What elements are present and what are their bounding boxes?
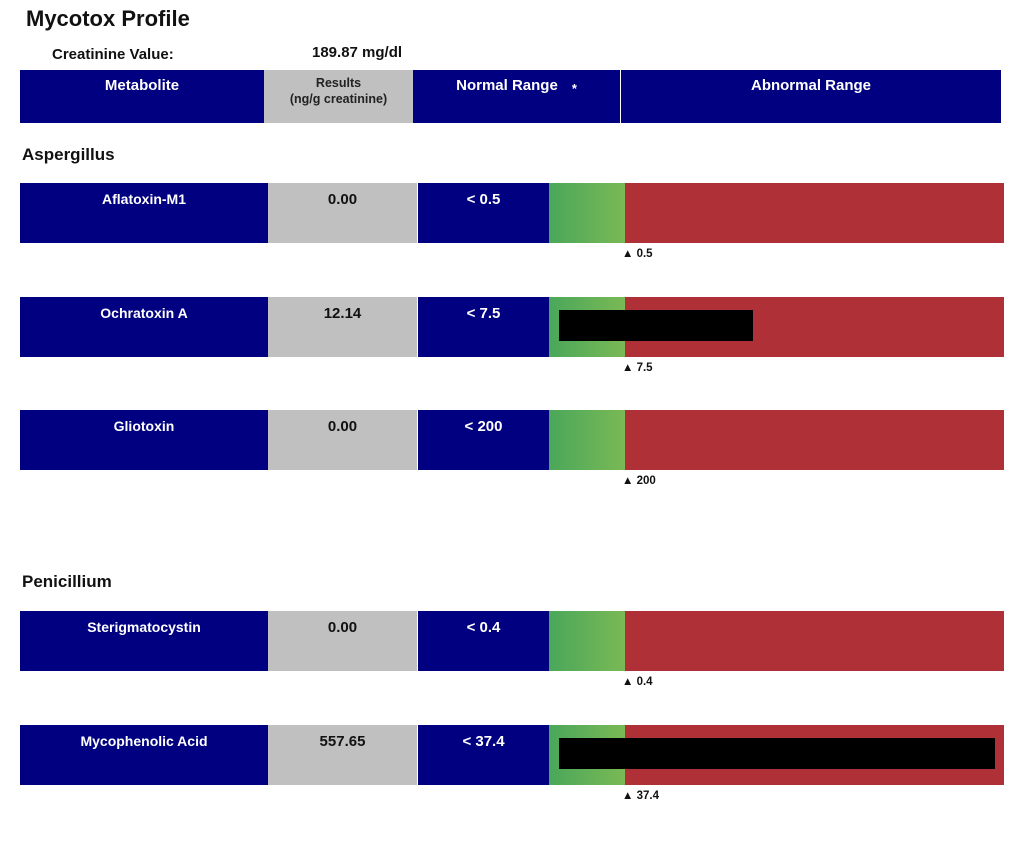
metabolite-name: Ochratoxin A	[20, 297, 268, 357]
header-results-unit: (ng/g creatinine)	[289, 92, 388, 106]
threshold-marker: ▲ 37.4	[622, 790, 659, 802]
abnormal-range-bar	[625, 410, 1004, 470]
report-title: Mycotox Profile	[26, 6, 190, 31]
result-value: 557.65	[268, 725, 417, 785]
redaction-box	[559, 310, 753, 341]
section-title-aspergillus: Aspergillus	[22, 145, 115, 164]
threshold-marker: ▲ 7.5	[622, 362, 653, 374]
normal-range-value: < 200	[418, 410, 549, 470]
footnote-asterisk-icon: *	[571, 81, 577, 96]
result-value: 12.14	[268, 297, 417, 357]
result-value: 0.00	[268, 410, 417, 470]
abnormal-range-bar	[625, 183, 1004, 243]
header-metabolite-label: Metabolite	[104, 77, 180, 94]
result-value: 0.00	[268, 611, 417, 671]
normal-range-bar	[549, 410, 625, 470]
table-row: Mycophenolic Acid 557.65 < 37.4 ▲ 37.4	[0, 725, 1024, 815]
header-results-label: Results	[315, 76, 362, 90]
metabolite-name: Mycophenolic Acid	[20, 725, 268, 785]
threshold-marker: ▲ 0.4	[622, 676, 653, 688]
abnormal-range-bar	[625, 611, 1004, 671]
header-metabolite: Metabolite	[20, 70, 264, 123]
result-value: 0.00	[268, 183, 417, 243]
normal-range-value: < 7.5	[418, 297, 549, 357]
table-row: Gliotoxin 0.00 < 200 ▲ 200	[0, 410, 1024, 500]
redaction-box	[559, 738, 995, 769]
header-abnormal-range: Abnormal Range	[621, 70, 1001, 123]
metabolite-name: Sterigmatocystin	[20, 611, 268, 671]
threshold-marker: ▲ 0.5	[622, 248, 653, 260]
normal-range-bar	[549, 183, 625, 243]
normal-range-value: < 0.4	[418, 611, 549, 671]
normal-range-value: < 37.4	[418, 725, 549, 785]
normal-range-value: < 0.5	[418, 183, 549, 243]
metabolite-name: Gliotoxin	[20, 410, 268, 470]
section-title-penicillium: Penicillium	[22, 572, 112, 591]
table-row: Aflatoxin-M1 0.00 < 0.5 ▲ 0.5	[0, 183, 1024, 273]
normal-range-bar	[549, 611, 625, 671]
header-normal-range-label: Normal Range	[456, 77, 558, 94]
metabolite-name: Aflatoxin-M1	[20, 183, 268, 243]
header-abnormal-range-label: Abnormal Range	[750, 77, 871, 94]
threshold-marker: ▲ 200	[622, 475, 656, 487]
table-row: Sterigmatocystin 0.00 < 0.4 ▲ 0.4	[0, 611, 1024, 701]
header-normal-range: Normal Range *	[413, 70, 620, 123]
header-results: Results (ng/g creatinine)	[264, 70, 413, 123]
table-row: Ochratoxin A 12.14 < 7.5 ▲ 7.5	[0, 297, 1024, 387]
creatinine-label: Creatinine Value:	[52, 46, 174, 63]
creatinine-value: 189.87 mg/dl	[312, 44, 403, 61]
